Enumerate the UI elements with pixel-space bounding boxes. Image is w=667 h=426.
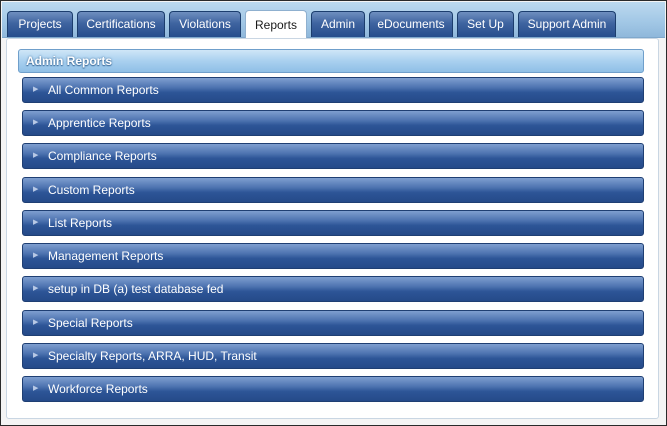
expand-arrow-icon: ▶ (33, 152, 39, 159)
report-group-workforce-reports[interactable]: ▶ Workforce Reports (22, 376, 644, 402)
report-group-label: Compliance Reports (48, 149, 157, 163)
report-group-special-reports[interactable]: ▶ Special Reports (22, 310, 644, 336)
report-group-management-reports[interactable]: ▶ Management Reports (22, 243, 644, 269)
tab-reports[interactable]: Reports (245, 10, 307, 39)
tab-set-up[interactable]: Set Up (457, 11, 514, 37)
expand-arrow-icon: ▶ (33, 86, 39, 93)
report-group-custom-reports[interactable]: ▶ Custom Reports (22, 177, 644, 203)
tab-violations[interactable]: Violations (169, 11, 241, 37)
expand-arrow-icon: ▶ (33, 252, 39, 259)
report-group-label: List Reports (48, 216, 113, 230)
report-group-label: Special Reports (48, 316, 133, 330)
report-group-label: Custom Reports (48, 183, 135, 197)
report-group-label: Apprentice Reports (48, 116, 151, 130)
report-group-compliance-reports[interactable]: ▶ Compliance Reports (22, 143, 644, 169)
expand-arrow-icon: ▶ (33, 219, 39, 226)
report-group-specialty-reports[interactable]: ▶ Specialty Reports, ARRA, HUD, Transit (22, 343, 644, 369)
expand-arrow-icon: ▶ (33, 186, 39, 193)
report-group-all-common-reports[interactable]: ▶ All Common Reports (22, 77, 644, 103)
report-group-label: setup in DB (a) test database fed (48, 282, 224, 296)
expand-arrow-icon: ▶ (33, 385, 39, 392)
expand-arrow-icon: ▶ (33, 319, 39, 326)
report-group-label: Management Reports (48, 249, 164, 263)
report-group-apprentice-reports[interactable]: ▶ Apprentice Reports (22, 110, 644, 136)
tab-edocuments[interactable]: eDocuments (369, 11, 453, 37)
report-group-label: Workforce Reports (48, 382, 148, 396)
expand-arrow-icon: ▶ (33, 285, 39, 292)
tab-certifications[interactable]: Certifications (77, 11, 165, 37)
main-tab-bar: Projects Certifications Violations Repor… (2, 2, 665, 39)
app-window: Projects Certifications Violations Repor… (0, 0, 667, 426)
tab-admin[interactable]: Admin (311, 11, 365, 37)
report-group-label: All Common Reports (48, 83, 159, 97)
tab-projects[interactable]: Projects (7, 11, 73, 37)
expand-arrow-icon: ▶ (33, 119, 39, 126)
tab-support-admin[interactable]: Support Admin (518, 11, 616, 37)
section-header-admin-reports: Admin Reports (18, 49, 644, 73)
report-group-list-reports[interactable]: ▶ List Reports (22, 210, 644, 236)
report-group-label: Specialty Reports, ARRA, HUD, Transit (48, 349, 257, 363)
expand-arrow-icon: ▶ (33, 352, 39, 359)
report-group-setup-in-db[interactable]: ▶ setup in DB (a) test database fed (22, 276, 644, 302)
